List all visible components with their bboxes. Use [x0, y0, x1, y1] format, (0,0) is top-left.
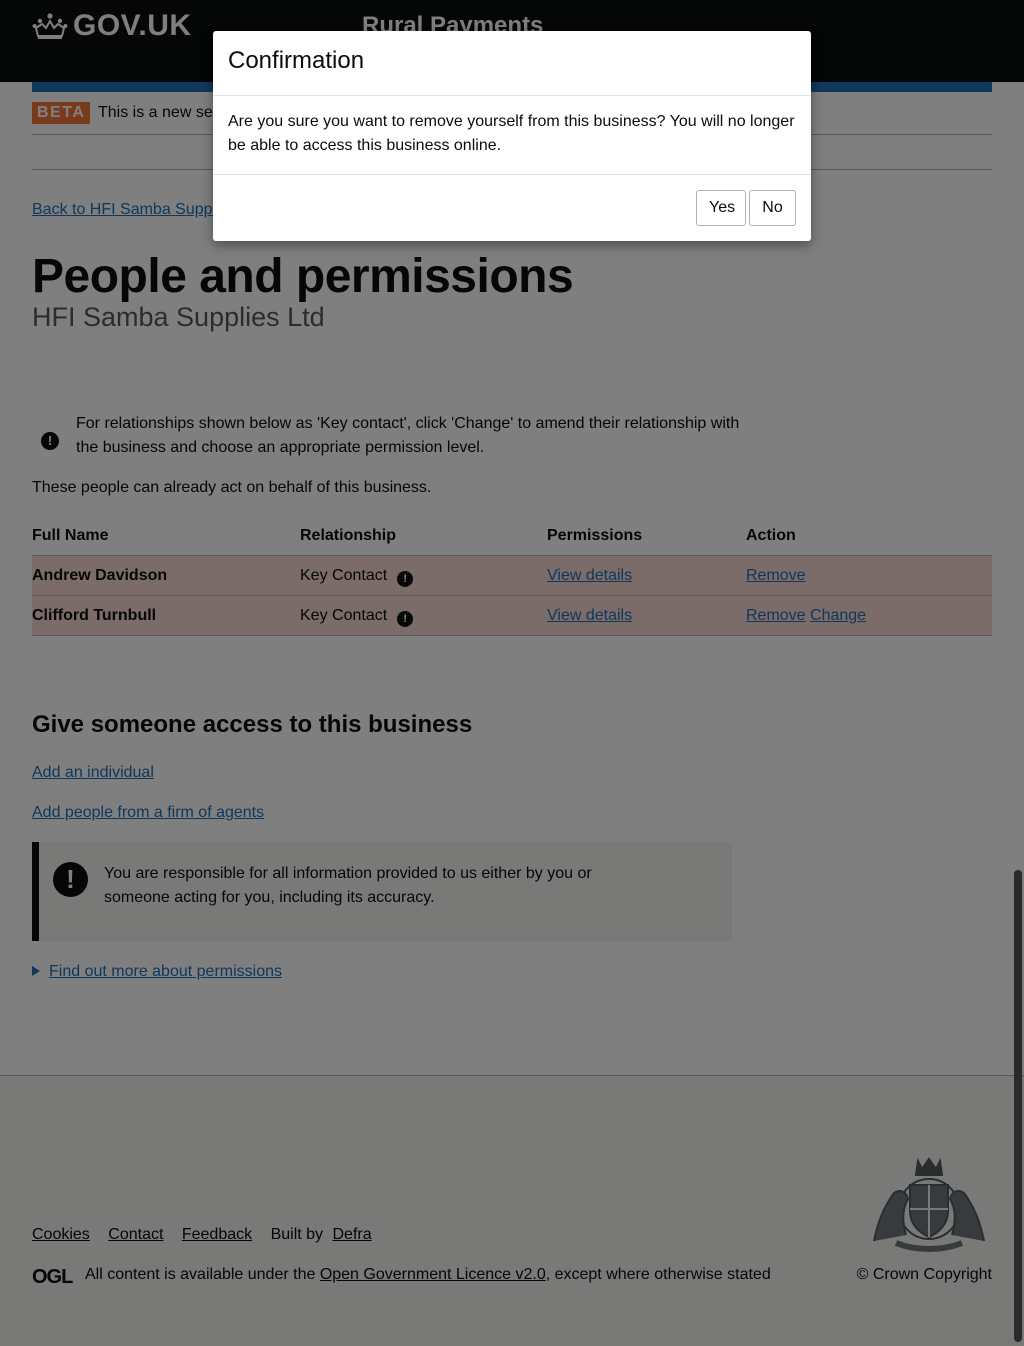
dialog-message: Are you sure you want to remove yourself… [228, 113, 795, 154]
scrollbar[interactable] [1014, 870, 1022, 1342]
dialog-title: Confirmation [228, 47, 365, 74]
no-button[interactable]: No [749, 190, 796, 226]
confirmation-dialog: Confirmation Are you sure you want to re… [213, 31, 811, 241]
dialog-footer: Yes No [213, 174, 811, 241]
dialog-header: Confirmation [213, 31, 811, 96]
yes-button[interactable]: Yes [696, 190, 746, 226]
